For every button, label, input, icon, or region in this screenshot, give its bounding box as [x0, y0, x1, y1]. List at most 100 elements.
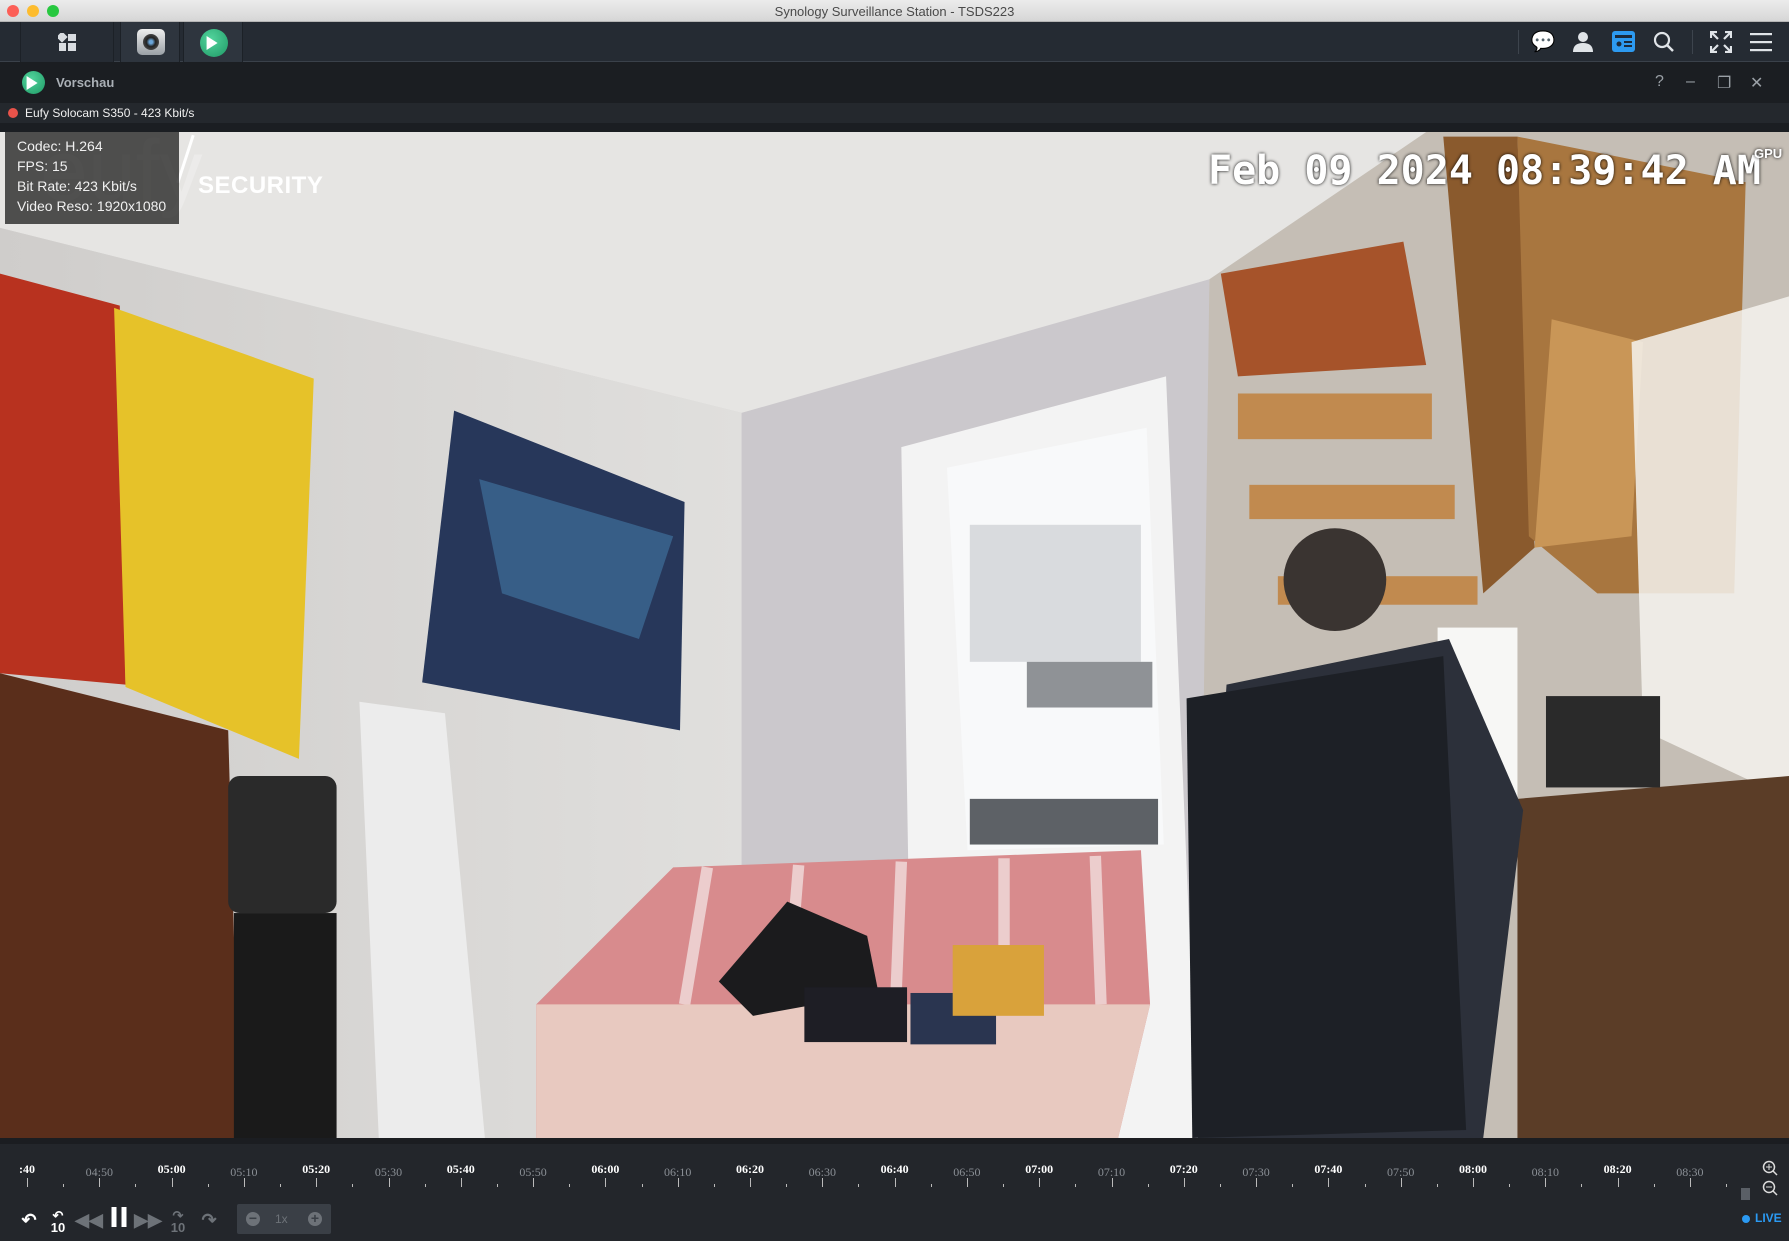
jump-next-event-button[interactable]: ↷	[201, 1210, 216, 1230]
timeline-ruler[interactable]: :40 04:50 05:00 05:10 05:20 05:30 05:40 05:50 06…	[0, 1144, 1730, 1194]
stream-info-panel: Codec: H.264 FPS: 15 Bit Rate: 423 Kbit/…	[5, 132, 179, 224]
resolution-text: Video Reso: 1920x1080	[17, 198, 167, 214]
live-dot	[1742, 1215, 1750, 1223]
timeline-major-tick	[605, 1178, 607, 1187]
recording-status-dot	[8, 108, 18, 118]
jump-previous-event-button[interactable]: ↶	[21, 1210, 36, 1230]
eufy-security-text: SECURITY	[198, 172, 324, 199]
fps-text: FPS: 15	[17, 158, 68, 174]
timeline-major-tick	[750, 1178, 751, 1187]
timeline-minor-tick	[641, 1184, 643, 1187]
timeline-minor-tick	[1364, 1184, 1366, 1187]
timeline-major-tick	[1400, 1178, 1402, 1187]
search-icon[interactable]	[1653, 31, 1675, 53]
speed-decrease-button[interactable]: −	[246, 1211, 260, 1226]
tab-main-menu[interactable]	[20, 22, 114, 62]
timeline-major-tick	[822, 1178, 824, 1187]
timeline-major-tick	[894, 1178, 896, 1187]
timeline-minor-tick	[1726, 1184, 1728, 1187]
timeline-label: 08:20	[1603, 1162, 1632, 1176]
timeline-minor-tick	[424, 1184, 426, 1187]
timestamp-time: 08:39:42 AM	[1496, 148, 1761, 194]
camera-label-bar: Eufy Solocam S350 - 423 Kbit/s	[0, 103, 1789, 123]
timeline-major-tick	[1183, 1178, 1185, 1187]
timeline-panel: :40 04:50 05:00 05:10 05:20 05:30 05:40 05:50 06…	[0, 1138, 1789, 1241]
timeline-minor-tick	[496, 1184, 498, 1187]
timeline-minor-tick	[930, 1184, 932, 1187]
restore-button[interactable]: ❐	[1717, 73, 1731, 93]
timeline-major-tick	[171, 1178, 173, 1187]
skip-back-10-button[interactable]: ↶ 10	[51, 1209, 65, 1234]
timeline-major-tick	[243, 1178, 245, 1187]
timeline-minor-tick	[135, 1184, 137, 1187]
timeline-major-tick	[316, 1178, 318, 1187]
timeline-minor-tick	[1653, 1184, 1655, 1187]
timeline-label: 07:20	[1169, 1162, 1198, 1176]
timeline-major-tick	[1039, 1178, 1041, 1187]
timeline-minor-tick	[63, 1184, 65, 1187]
timeline-label: 06:40	[880, 1162, 909, 1176]
rewind-button[interactable]: ◀◀	[75, 1210, 103, 1230]
timeline-label: 05:40	[446, 1162, 475, 1176]
timeline-minor-tick	[280, 1184, 282, 1187]
timeline-minor-tick	[1292, 1184, 1294, 1187]
window-title: Synology Surveillance Station - TSDS223	[774, 4, 1015, 19]
live-video-view[interactable]: eufy SECURITY Codec: H.264 FPS: 15 Bit R…	[0, 132, 1789, 1138]
app-window-header: Vorschau ? – ❐ ✕	[0, 62, 1789, 103]
timeline-label: 07:00	[1025, 1162, 1054, 1176]
timeline-label: 07:40	[1314, 1162, 1343, 1176]
timeline-minor-tick	[1581, 1184, 1583, 1187]
zoom-out-icon[interactable]	[1762, 1180, 1778, 1196]
timeline-label: 08:00	[1459, 1162, 1487, 1176]
timeline-label: 06:20	[736, 1162, 764, 1176]
speed-increase-button[interactable]: +	[308, 1211, 322, 1226]
timeline-major-tick	[1111, 1178, 1113, 1187]
timeline-minor-tick	[1436, 1184, 1438, 1187]
timeline-minor-tick	[713, 1184, 715, 1187]
main-toolbar: 💬	[0, 22, 1789, 62]
timeline-major-tick	[1328, 1178, 1330, 1187]
timeline-label: 06:00	[591, 1162, 620, 1176]
timeline-minor-tick	[1147, 1184, 1149, 1187]
fast-forward-button[interactable]: ▶▶	[134, 1210, 162, 1230]
minimize-button[interactable]: –	[1686, 73, 1695, 91]
pause-button[interactable]	[111, 1207, 127, 1227]
codec-text: Codec: H.264	[17, 138, 103, 154]
user-icon[interactable]	[1572, 31, 1594, 53]
speed-control: − 1x +	[237, 1204, 331, 1234]
app-window-title: Vorschau	[56, 75, 115, 90]
timeline-minor-tick	[352, 1184, 354, 1187]
timeline-minor-tick	[569, 1184, 571, 1187]
timeline-major-tick	[677, 1178, 679, 1187]
chat-icon[interactable]: 💬	[1530, 32, 1556, 52]
timeline-label: 05:20	[302, 1162, 331, 1176]
close-button[interactable]: ✕	[1750, 73, 1763, 93]
menu-icon[interactable]	[1750, 32, 1772, 52]
timeline-major-tick	[1256, 1178, 1258, 1187]
timeline-major-tick	[1473, 1178, 1474, 1187]
tab-playback[interactable]	[183, 22, 243, 62]
timeline-minor-tick	[207, 1184, 209, 1187]
title-bar: Synology Surveillance Station - TSDS223	[0, 0, 1789, 22]
tab-camera[interactable]	[120, 22, 180, 62]
fullscreen-icon[interactable]	[1710, 31, 1732, 53]
timeline-label: 05:00	[157, 1162, 186, 1176]
skip-forward-10-button[interactable]: ↷ 10	[171, 1209, 185, 1234]
timeline-label: :40	[19, 1162, 35, 1176]
timeline-minor-tick	[786, 1184, 788, 1187]
speed-value: 1x	[275, 1212, 288, 1226]
timeline-scroll-handle[interactable]	[1741, 1188, 1750, 1200]
camera-label: Eufy Solocam S350 - 423 Kbit/s	[25, 106, 195, 120]
timeline-minor-tick	[1509, 1184, 1511, 1187]
help-button[interactable]: ?	[1655, 73, 1664, 91]
timeline-minor-tick	[1219, 1184, 1221, 1187]
zoom-in-icon[interactable]	[1762, 1160, 1778, 1176]
timeline-minor-tick	[1003, 1184, 1005, 1187]
widget-icon[interactable]	[1612, 31, 1635, 52]
timeline-minor-tick	[858, 1184, 860, 1187]
timeline-minor-tick	[1075, 1184, 1077, 1187]
bitrate-text: Bit Rate: 423 Kbit/s	[17, 178, 137, 194]
timeline-major-tick	[1545, 1178, 1547, 1187]
live-button[interactable]: LIVE	[1755, 1211, 1782, 1225]
timeline-major-tick	[966, 1178, 968, 1187]
